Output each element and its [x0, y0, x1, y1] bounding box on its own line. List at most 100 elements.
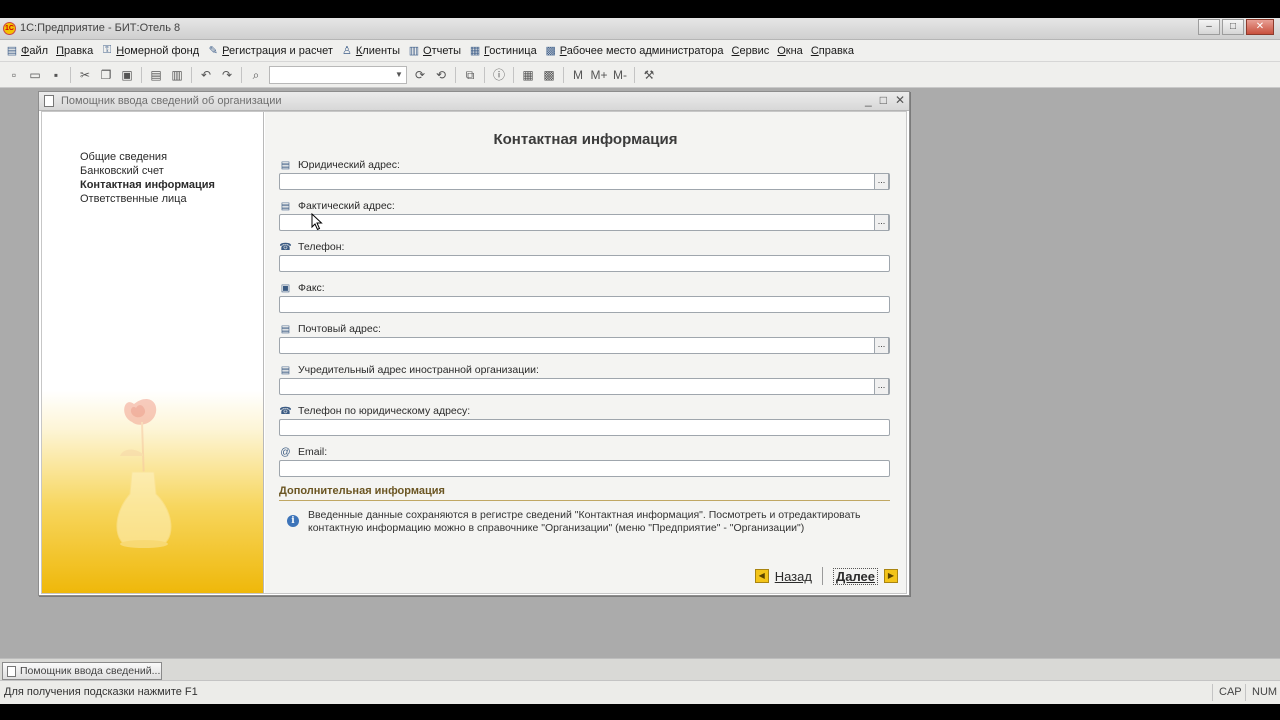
- arrow-right-icon[interactable]: ▶: [884, 569, 898, 583]
- calculator-icon[interactable]: ▦: [518, 65, 538, 85]
- wizard-navigation: ◀ Назад Далее ▶: [754, 567, 898, 585]
- cut-icon[interactable]: ✂: [75, 65, 95, 85]
- dialog-close-icon[interactable]: ✕: [895, 93, 905, 107]
- wizard-step[interactable]: Ответственные лица: [80, 192, 215, 206]
- dialog-maximize-icon[interactable]: □: [880, 93, 887, 107]
- window-title: 1С:Предприятие - БИТ:Отель 8: [20, 22, 181, 34]
- application-window: 1С 1С:Предприятие - БИТ:Отель 8 – □ ✕ ▤ Ф…: [0, 18, 1280, 704]
- hotel-icon: ▦: [469, 45, 481, 57]
- field-input[interactable]: [279, 255, 890, 272]
- toolbar-separator: [191, 66, 192, 83]
- dialog-minimize-icon[interactable]: _: [865, 93, 872, 107]
- document-icon: [7, 665, 16, 677]
- select-button[interactable]: ...: [874, 214, 889, 231]
- menu-item[interactable]: Сервис: [728, 42, 774, 60]
- next-button[interactable]: Далее: [832, 567, 878, 585]
- field-label-row: ▣ Факс:: [279, 281, 891, 295]
- taskbar-window-button[interactable]: Помощник ввода сведений...: [2, 662, 162, 680]
- windows-icon[interactable]: ⧉: [460, 65, 480, 85]
- field-label-row: ▤ Фактический адрес:: [279, 199, 891, 213]
- menu-item[interactable]: ▥ Отчеты: [404, 42, 465, 60]
- field-label-row: @ Email:: [279, 445, 891, 459]
- wizard-step[interactable]: Банковский счет: [80, 164, 215, 178]
- info-icon[interactable]: ⓘ: [489, 65, 509, 85]
- dialog-title: Помощник ввода сведений об организации: [61, 95, 282, 107]
- field-label: Учредительный адрес иностранной организа…: [298, 364, 539, 376]
- reports-icon: ▥: [408, 45, 420, 57]
- search-icon[interactable]: ⌕: [246, 65, 266, 85]
- open-folder-icon[interactable]: ▭: [25, 65, 45, 85]
- mouse-cursor-icon: [311, 213, 323, 231]
- field-input[interactable]: [279, 419, 890, 436]
- field-label-row: ▤ Почтовый адрес:: [279, 322, 891, 336]
- field-input[interactable]: ...: [279, 378, 890, 395]
- toolbar-separator: [563, 66, 564, 83]
- rooms-icon: ⚿: [103, 44, 112, 56]
- info-text: Введенные данные сохраняются в регистре …: [308, 509, 861, 534]
- memory-minus-icon[interactable]: M-: [610, 65, 630, 85]
- contact-field: @ Email:: [279, 445, 891, 477]
- wizard-step[interactable]: Контактная информация: [80, 178, 215, 192]
- memory-plus-icon[interactable]: M+: [589, 65, 609, 85]
- undo-icon[interactable]: ↶: [196, 65, 216, 85]
- menu-item-label: Номерной фонд: [116, 44, 200, 57]
- menu-item[interactable]: ▦ Гостиница: [465, 42, 541, 60]
- menu-item[interactable]: ⚿ Номерной фонд: [97, 42, 203, 60]
- field-input[interactable]: ...: [279, 214, 890, 231]
- arrow-left-icon[interactable]: ◀: [754, 569, 769, 583]
- fax-icon: ▣: [280, 282, 291, 294]
- select-button[interactable]: ...: [874, 337, 889, 354]
- toolbar-separator: [484, 66, 485, 83]
- status-hint: Для получения подсказки нажмите F1: [4, 686, 198, 698]
- menu-item[interactable]: ♙ Клиенты: [337, 42, 404, 60]
- field-label: Email:: [298, 446, 328, 458]
- field-label-row: ▤ Юридический адрес:: [279, 158, 891, 172]
- field-input[interactable]: ...: [279, 173, 890, 190]
- select-button[interactable]: ...: [874, 378, 889, 395]
- search-input[interactable]: ▼: [269, 65, 407, 84]
- redo-icon[interactable]: ↷: [217, 65, 237, 85]
- contact-field: ▤ Фактический адрес:...: [279, 199, 891, 231]
- contact-field: ☎ Телефон:: [279, 240, 891, 272]
- field-label: Телефон:: [298, 241, 345, 253]
- phone-icon: ☎: [279, 405, 292, 417]
- find-next-icon[interactable]: ⟳: [410, 65, 430, 85]
- field-input[interactable]: [279, 296, 890, 313]
- menu-item[interactable]: ▤ Файл: [2, 42, 52, 60]
- menu-item-label: Правка: [56, 44, 94, 57]
- copy-icon[interactable]: ❐: [96, 65, 116, 85]
- taskbar-window-label: Помощник ввода сведений...: [20, 665, 161, 677]
- document-icon: [44, 95, 54, 107]
- chevron-down-icon[interactable]: ▼: [392, 67, 406, 83]
- field-input[interactable]: [279, 460, 890, 477]
- back-button[interactable]: Назад: [775, 569, 812, 584]
- maximize-button[interactable]: □: [1222, 19, 1244, 35]
- menu-item[interactable]: Справка: [807, 42, 858, 60]
- print-preview-icon[interactable]: ▥: [167, 65, 187, 85]
- tools-icon[interactable]: ⚒: [639, 65, 659, 85]
- toolbar-separator: [70, 66, 71, 83]
- field-label: Юридический адрес:: [298, 159, 400, 171]
- contact-field: ▤ Юридический адрес:...: [279, 158, 891, 190]
- menu-item[interactable]: Правка: [52, 42, 97, 60]
- menu-item[interactable]: ▩ Рабочее место администратора: [541, 42, 728, 60]
- print-icon[interactable]: ▤: [146, 65, 166, 85]
- close-button[interactable]: ✕: [1246, 19, 1274, 35]
- menu-item-label: Рабочее место администратора: [559, 44, 724, 57]
- calendar-icon[interactable]: ▩: [539, 65, 559, 85]
- save-icon[interactable]: ▪: [46, 65, 66, 85]
- address-icon: ▤: [280, 364, 291, 376]
- menu-item[interactable]: Окна: [773, 42, 807, 60]
- wizard-step[interactable]: Общие сведения: [80, 150, 215, 164]
- clients-icon: ♙: [341, 45, 352, 57]
- toolbar-separator: [634, 66, 635, 83]
- paste-icon[interactable]: ▣: [117, 65, 137, 85]
- menu-item[interactable]: ✎ Регистрация и расчет: [203, 42, 337, 60]
- select-button[interactable]: ...: [874, 173, 889, 190]
- find-previous-icon[interactable]: ⟲: [431, 65, 451, 85]
- memory-icon[interactable]: M: [568, 65, 588, 85]
- new-document-icon[interactable]: ▫: [4, 65, 24, 85]
- address-icon: ▤: [280, 323, 291, 335]
- field-input[interactable]: ...: [279, 337, 890, 354]
- minimize-button[interactable]: –: [1198, 19, 1220, 35]
